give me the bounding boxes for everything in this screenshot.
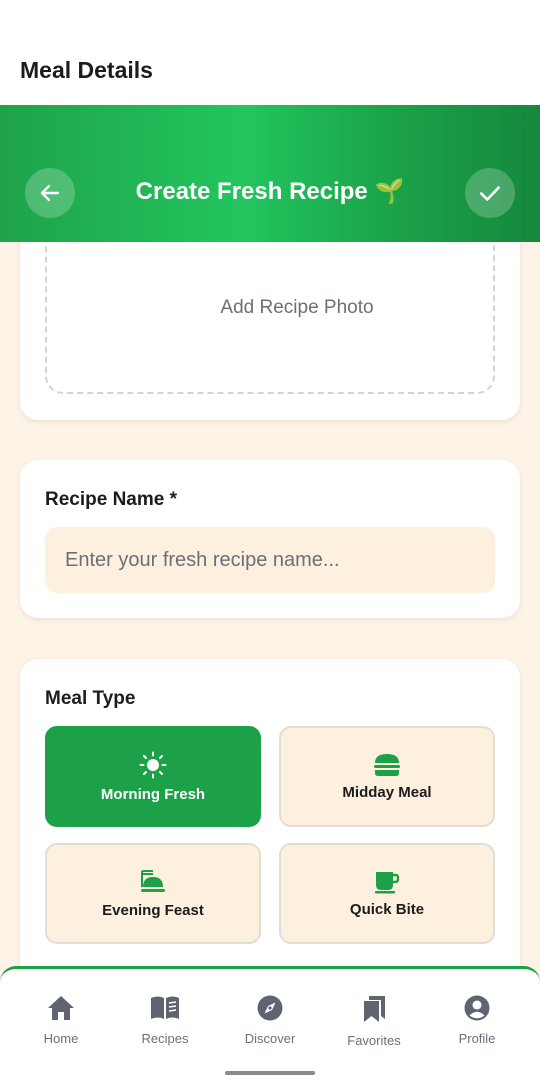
meal-option-label: Evening Feast: [102, 901, 204, 919]
recipe-header: Create Fresh Recipe 🌱: [0, 105, 540, 242]
nav-item-home[interactable]: Home: [11, 995, 111, 1046]
bottom-navigation: Home Recipes Discover Favorites Profile: [0, 966, 540, 1080]
save-button[interactable]: [465, 168, 515, 218]
compass-icon: [257, 995, 283, 1021]
add-photo-label: Add Recipe Photo: [220, 297, 374, 318]
meal-type-card: Meal Type Morning Fresh Midday Meal Even…: [20, 659, 520, 972]
page-title: Meal Details: [20, 57, 153, 83]
bookmarks-icon: [364, 996, 385, 1022]
nav-label: Home: [43, 1031, 79, 1046]
home-icon: [48, 996, 74, 1020]
meal-option-quick-bite[interactable]: Quick Bite: [279, 843, 495, 944]
meal-option-label: Quick Bite: [349, 900, 425, 918]
nav-label: Favorites: [347, 1033, 401, 1048]
app-bar: Meal Details: [0, 0, 540, 105]
nav-label: Profile: [458, 1031, 496, 1046]
book-icon: [151, 996, 179, 1019]
meal-option-midday-meal[interactable]: Midday Meal: [279, 726, 495, 827]
nav-item-recipes[interactable]: Recipes: [115, 995, 215, 1046]
check-icon: [480, 186, 500, 201]
nav-label: Discover: [244, 1031, 296, 1046]
meal-option-label: Morning Fresh: [100, 785, 206, 803]
burger-icon: [374, 753, 400, 776]
nav-item-discover[interactable]: Discover: [220, 995, 320, 1046]
photo-upload-area[interactable]: Add Recipe Photo: [45, 242, 495, 394]
form-scroll-area[interactable]: Add Recipe Photo Recipe Name * Meal Type…: [0, 242, 540, 972]
recipe-name-label: Recipe Name *: [45, 489, 178, 510]
recipe-name-card: Recipe Name *: [20, 460, 520, 618]
nav-item-profile[interactable]: Profile: [427, 995, 527, 1046]
nav-label: Recipes: [141, 1031, 189, 1046]
header-title: Create Fresh Recipe 🌱: [135, 178, 405, 205]
meal-option-morning-fresh[interactable]: Morning Fresh: [45, 726, 261, 827]
sun-icon: [139, 751, 167, 778]
meal-type-label: Meal Type: [45, 688, 136, 709]
photo-card: Add Recipe Photo: [20, 242, 520, 420]
home-indicator: [225, 1071, 315, 1075]
meal-option-evening-feast[interactable]: Evening Feast: [45, 843, 261, 944]
user-icon: [464, 995, 490, 1021]
nav-item-favorites[interactable]: Favorites: [324, 995, 424, 1048]
dinner-plate-icon: [141, 869, 165, 892]
recipe-name-input[interactable]: [45, 527, 495, 593]
meal-option-label: Midday Meal: [342, 783, 432, 801]
coffee-cup-icon: [375, 871, 400, 893]
